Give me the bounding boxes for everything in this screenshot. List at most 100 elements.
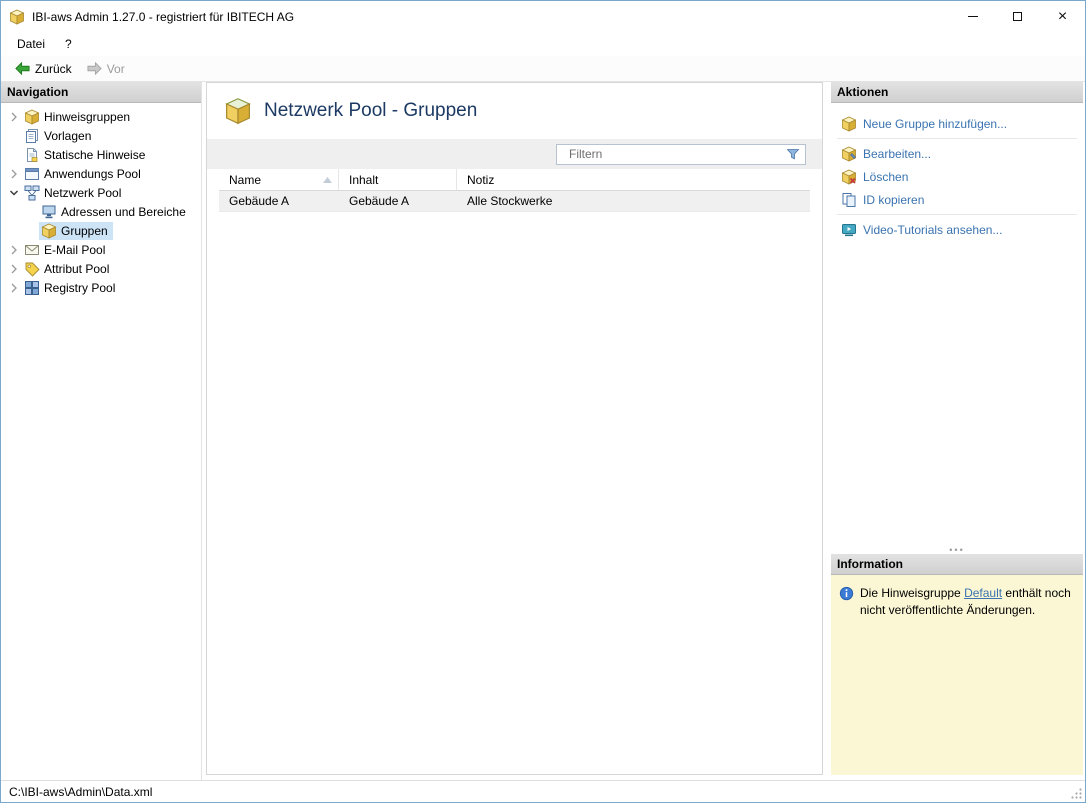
menu-datei[interactable]: Datei xyxy=(7,34,55,54)
content-header: Netzwerk Pool - Gruppen xyxy=(207,83,822,139)
tree-item-netzwerk-pool[interactable]: Netzwerk Pool xyxy=(1,183,201,202)
back-label: Zurück xyxy=(35,61,72,76)
menu-bar: Datei ? xyxy=(1,32,1085,56)
filter-field[interactable] xyxy=(556,143,806,165)
cell-inhalt: Gebäude A xyxy=(349,194,410,208)
window-controls: × xyxy=(950,1,1085,32)
edit-icon xyxy=(841,146,857,162)
delete-icon xyxy=(841,169,857,185)
window-title: IBI-aws Admin 1.27.0 - registriert für I… xyxy=(32,9,295,24)
status-bar: C:\IBI-aws\Admin\Data.xml xyxy=(1,780,1085,802)
information-panel: Information Die Hinweisgruppe Default en… xyxy=(831,554,1083,775)
navigation-header: Navigation xyxy=(1,82,201,103)
main-body: Navigation Hinweisgruppen Vorlagen Stati… xyxy=(1,82,1085,780)
tree-label: Gruppen xyxy=(61,223,108,238)
chevron-expanded-icon[interactable] xyxy=(6,187,22,199)
close-button[interactable]: × xyxy=(1040,1,1085,32)
panel-splitter[interactable]: ••• xyxy=(831,545,1083,554)
table-row[interactable]: Gebäude A Gebäude A Alle Stockwerke xyxy=(219,191,810,212)
tree-item-anwendungs-pool[interactable]: Anwendungs Pool xyxy=(1,164,201,183)
maximize-button[interactable] xyxy=(995,1,1040,32)
column-header-label: Name xyxy=(229,172,262,187)
group-box-icon xyxy=(41,223,57,239)
email-envelope-icon xyxy=(25,244,39,255)
actions-panel: Aktionen Neue Gruppe hinzufügen... Bearb… xyxy=(831,82,1083,545)
app-icon xyxy=(9,9,25,25)
registry-blocks-icon xyxy=(25,280,39,295)
sort-ascending-icon xyxy=(323,177,332,183)
action-label: Löschen xyxy=(863,169,909,184)
back-button[interactable]: Zurück xyxy=(7,59,79,78)
group-box-icon xyxy=(24,109,40,125)
cell-notiz: Alle Stockwerke xyxy=(467,194,553,208)
actions-divider xyxy=(837,214,1077,215)
tree-item-vorlagen[interactable]: Vorlagen xyxy=(1,126,201,145)
tree-item-adressen-und-bereiche[interactable]: Adressen und Bereiche xyxy=(1,202,201,221)
tree-item-hinweisgruppen[interactable]: Hinweisgruppen xyxy=(1,107,201,126)
static-notes-icon xyxy=(27,147,38,162)
action-label: ID kopieren xyxy=(863,192,925,207)
page-title-icon xyxy=(225,98,251,125)
app-window: IBI-aws Admin 1.27.0 - registriert für I… xyxy=(0,0,1086,803)
tree-label: Adressen und Bereiche xyxy=(61,204,186,219)
actions-header: Aktionen xyxy=(831,82,1083,103)
tree-label: Netzwerk Pool xyxy=(44,185,122,200)
chevron-collapsed-icon[interactable] xyxy=(6,168,22,180)
column-header-name[interactable]: Name xyxy=(219,169,339,190)
actions-divider xyxy=(837,138,1077,139)
column-header-label: Inhalt xyxy=(349,172,379,187)
title-bar: IBI-aws Admin 1.27.0 - registriert für I… xyxy=(1,1,1085,32)
tree-label: Attribut Pool xyxy=(44,261,110,276)
tree-item-statische-hinweise[interactable]: Statische Hinweise xyxy=(1,145,201,164)
action-edit[interactable]: Bearbeiten... xyxy=(831,142,1083,165)
action-label: Video-Tutorials ansehen... xyxy=(863,222,1003,237)
action-video-tutorials[interactable]: Video-Tutorials ansehen... xyxy=(831,218,1083,241)
navigation-tree: Hinweisgruppen Vorlagen Statische Hinwei… xyxy=(1,103,201,297)
tree-label: Statische Hinweise xyxy=(44,147,146,162)
toolbar: Zurück Vor xyxy=(1,56,1085,82)
tree-item-gruppen[interactable]: Gruppen xyxy=(1,221,201,240)
new-group-icon xyxy=(841,116,857,132)
filter-bar xyxy=(207,139,822,169)
column-header-label: Notiz xyxy=(467,172,495,187)
resize-grip[interactable] xyxy=(1070,787,1083,800)
menu-help[interactable]: ? xyxy=(55,34,82,54)
copy-icon xyxy=(842,192,856,207)
column-header-notiz[interactable]: Notiz xyxy=(457,169,810,190)
right-region: Aktionen Neue Gruppe hinzufügen... Bearb… xyxy=(831,82,1083,775)
groups-table: Name Inhalt Notiz Gebäude A Gebäude A Al… xyxy=(219,169,810,212)
info-icon xyxy=(839,586,854,601)
filter-input[interactable] xyxy=(569,147,786,161)
chevron-collapsed-icon[interactable] xyxy=(6,263,22,275)
filter-funnel-icon[interactable] xyxy=(786,147,800,161)
status-file-path: C:\IBI-aws\Admin\Data.xml xyxy=(9,784,153,799)
minimize-button[interactable] xyxy=(950,1,995,32)
tree-label: Registry Pool xyxy=(44,280,116,295)
application-window-icon xyxy=(25,167,39,180)
chevron-collapsed-icon[interactable] xyxy=(6,111,22,123)
navigation-panel: Navigation Hinweisgruppen Vorlagen Stati… xyxy=(1,82,202,780)
column-header-inhalt[interactable]: Inhalt xyxy=(339,169,457,190)
action-label: Bearbeiten... xyxy=(863,146,932,161)
info-text-before: Die Hinweisgruppe xyxy=(860,586,965,600)
action-copy-id[interactable]: ID kopieren xyxy=(831,188,1083,211)
default-group-link[interactable]: Default xyxy=(964,586,1002,600)
cell-name: Gebäude A xyxy=(229,194,290,208)
tree-label: Anwendungs Pool xyxy=(44,166,141,181)
tree-item-registry-pool[interactable]: Registry Pool xyxy=(1,278,201,297)
action-delete[interactable]: Löschen xyxy=(831,165,1083,188)
tree-label: Vorlagen xyxy=(44,128,92,143)
chevron-collapsed-icon[interactable] xyxy=(6,244,22,256)
minimize-icon xyxy=(967,16,978,17)
tree-item-email-pool[interactable]: E-Mail Pool xyxy=(1,240,201,259)
forward-button[interactable]: Vor xyxy=(79,59,132,78)
templates-icon xyxy=(26,128,38,143)
action-label: Neue Gruppe hinzufügen... xyxy=(863,116,1008,131)
chevron-collapsed-icon[interactable] xyxy=(6,282,22,294)
table-header-row: Name Inhalt Notiz xyxy=(219,169,810,191)
back-arrow-icon xyxy=(15,61,30,76)
addresses-monitor-icon xyxy=(42,205,56,218)
action-new-group[interactable]: Neue Gruppe hinzufügen... xyxy=(831,112,1083,135)
forward-arrow-icon xyxy=(87,61,102,76)
tree-item-attribut-pool[interactable]: Attribut Pool xyxy=(1,259,201,278)
